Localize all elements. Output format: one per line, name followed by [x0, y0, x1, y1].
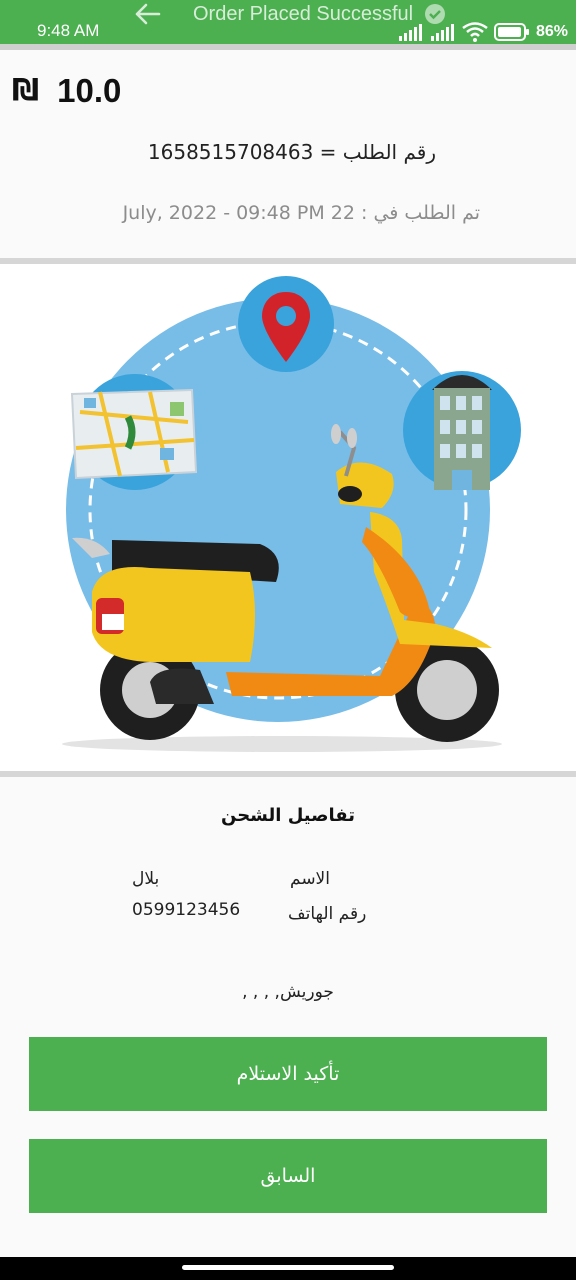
- arrow-left-icon[interactable]: [133, 2, 161, 26]
- signal-icon: [398, 23, 422, 41]
- status-bar: Order Placed Successful 9:48 AM 86%: [0, 0, 576, 44]
- order-date: تم الطلب في : 22 July, 2022 - 09:48 PM: [122, 202, 480, 224]
- shekel-currency-icon: ₪: [12, 73, 40, 108]
- name-value: بلال: [132, 869, 160, 889]
- price-row: ₪ 10.0: [12, 72, 121, 110]
- building-icon: [432, 375, 492, 490]
- section-divider: [0, 258, 576, 264]
- battery-icon: [493, 23, 529, 41]
- signal-icon: [430, 23, 454, 41]
- home-gesture-bar[interactable]: [182, 1265, 394, 1270]
- order-price: 10.0: [57, 72, 122, 109]
- phone-label: رقم الهاتف: [288, 904, 367, 924]
- wifi-icon: [462, 22, 488, 42]
- system-icons: 86%: [398, 22, 568, 42]
- phone-value: 0599123456: [132, 900, 241, 920]
- map-icon: [70, 388, 198, 480]
- confirm-receipt-button[interactable]: تأكيد الاستلام: [29, 1037, 547, 1111]
- shipping-address: جوريش, , , ,: [242, 982, 334, 1002]
- name-label: الاسم: [290, 869, 330, 889]
- status-time: 9:48 AM: [37, 21, 100, 40]
- delivery-scooter-image: [62, 276, 521, 752]
- previous-button[interactable]: السابق: [29, 1139, 547, 1213]
- order-number: رقم الطلب = 1658515708463: [147, 140, 436, 164]
- battery-percentage: 86%: [535, 23, 568, 40]
- delivery-illustration: [0, 272, 576, 764]
- app-title: Order Placed Successful: [193, 3, 414, 25]
- shipping-details-title: تفاصيل الشحن: [221, 805, 355, 826]
